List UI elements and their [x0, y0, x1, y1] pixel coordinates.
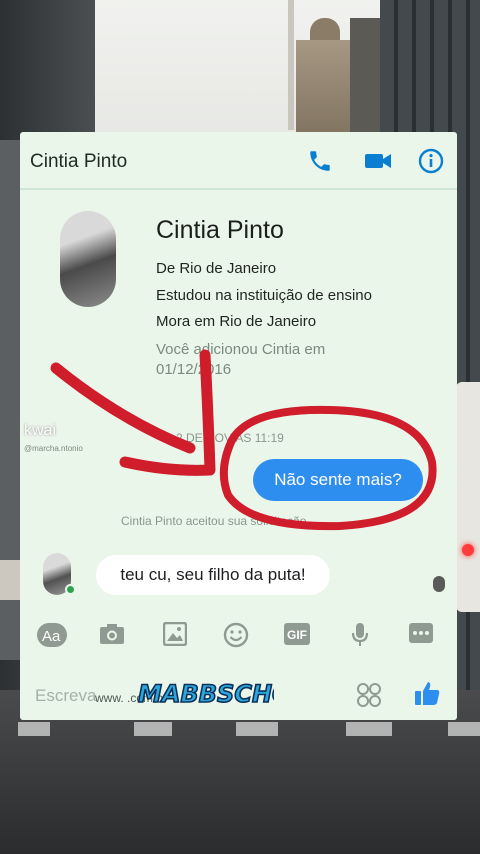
message-input-placeholder[interactable]: Escreva: [35, 686, 96, 706]
crosswalk-stripe: [346, 722, 392, 736]
street-sign: [0, 560, 22, 600]
profile-education: Estudou na instituição de ensino: [156, 287, 372, 304]
friend-added-note: Você adicionou Cintia em 01/12/2016: [156, 341, 326, 378]
messenger-chat-window: Cintia Pinto Cintia Pinto De Rio de Jane…: [20, 132, 457, 720]
request-accepted-note: Cintia Pinto aceitou sua solicitação: [121, 514, 307, 528]
tower-building: [296, 40, 354, 140]
svg-text:MABBSCHO: MABBSCHO: [138, 680, 274, 708]
profile-photo[interactable]: [60, 211, 116, 307]
gif-label: GIF: [287, 628, 307, 642]
like-thumb-icon[interactable]: [413, 679, 441, 712]
aa-label: Aa: [42, 628, 61, 645]
mic-icon[interactable]: [350, 622, 370, 653]
building-middle: [350, 18, 382, 138]
sent-message-bubble[interactable]: Não sente mais?: [253, 459, 423, 501]
crosswalk-stripe: [18, 722, 50, 736]
camera-icon[interactable]: [99, 622, 125, 651]
profile-name: Cintia Pinto: [156, 216, 284, 244]
bus-taillight: [462, 544, 474, 556]
chat-title: Cintia Pinto: [30, 151, 128, 172]
crane: [288, 0, 294, 130]
online-status-dot: [65, 584, 76, 595]
kwai-username: @marcha.ntonio: [24, 444, 83, 453]
info-icon[interactable]: [418, 148, 444, 179]
watermark-logo: MABBSCHO: [137, 679, 274, 709]
seen-avatar-icon: [433, 576, 445, 592]
image-icon[interactable]: [162, 621, 188, 651]
phone-icon[interactable]: [307, 148, 333, 179]
kwai-watermark: kwai: [24, 422, 57, 439]
message-timestamp: 2 DE NOV ÀS 11:19: [176, 431, 284, 445]
more-icon[interactable]: [408, 622, 434, 649]
received-message-bubble[interactable]: teu cu, seu filho da puta!: [96, 555, 330, 595]
profile-residence: Mora em Rio de Janeiro: [156, 313, 317, 330]
video-camera-icon[interactable]: [364, 150, 392, 177]
composer-toolbar: Aa GIF: [20, 616, 457, 656]
stickers-icon[interactable]: [356, 682, 382, 713]
chat-header: Cintia Pinto: [20, 132, 457, 190]
crosswalk-stripe: [448, 722, 480, 736]
bus: [456, 382, 480, 612]
message-composer[interactable]: Escreva www. .com.br MABBSCHO: [20, 670, 457, 720]
crosswalk-stripe: [236, 722, 278, 736]
profile-hometown: De Rio de Janeiro: [156, 260, 277, 277]
crosswalk-stripe: [134, 722, 172, 736]
emoji-icon[interactable]: [223, 622, 249, 653]
